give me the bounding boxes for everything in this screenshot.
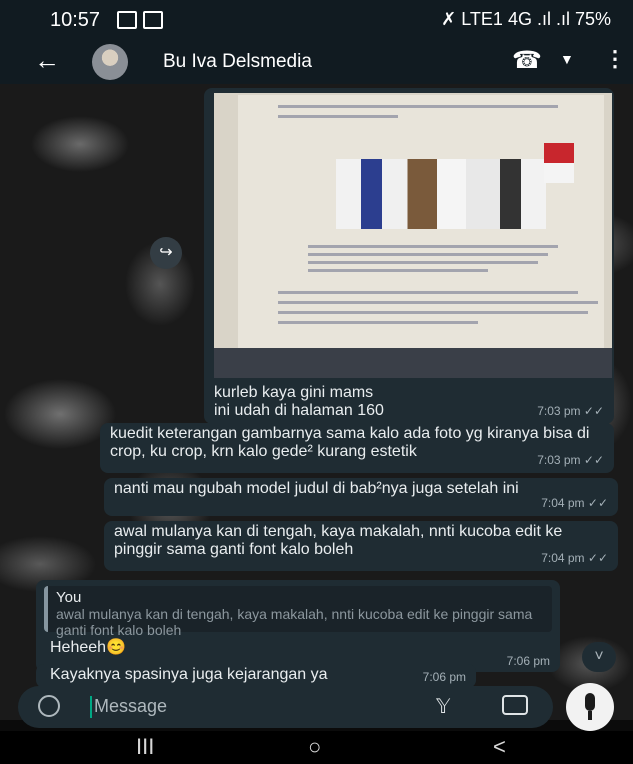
text-cursor [90, 696, 92, 718]
incoming-message-bubble[interactable]: Kayaknya spasinya juga kejarangan ya 7:0… [36, 664, 476, 688]
home-button[interactable]: ○ [308, 734, 321, 760]
message-text: kurleb kaya gini mams ini udah di halama… [214, 384, 384, 419]
quote-author: You [56, 589, 82, 606]
system-nav-bar: III ○ < [0, 731, 633, 764]
message-time: 7:04 pm [541, 496, 585, 510]
message-meta: 7:04 pm ✓✓ [541, 549, 608, 567]
message-text: nanti mau ngubah model judul di bab²nya … [114, 480, 519, 497]
message-composer[interactable]: Message 𝕐 [18, 686, 553, 728]
read-ticks-icon: ✓✓ [587, 551, 608, 565]
message-notification-icon [143, 11, 163, 29]
taskbar [214, 348, 612, 378]
voice-record-button[interactable] [566, 683, 614, 731]
message-meta: 7:03 pm ✓✓ [537, 402, 604, 420]
message-time: 7:04 pm [541, 551, 585, 565]
back-arrow-icon[interactable]: ← [34, 45, 60, 76]
forward-icon[interactable]: ↪ [150, 237, 182, 269]
more-options-icon[interactable]: ⋮ [604, 46, 626, 72]
message-bubble[interactable]: kuedit keterangan gambarnya sama kalo ad… [100, 423, 614, 473]
read-ticks-icon: ✓✓ [583, 453, 604, 467]
read-ticks-icon: ✓✓ [587, 496, 608, 510]
status-indicators: ✗ LTE1 4G .ıl .ıl 75% [441, 9, 611, 29]
message-meta: 7:03 pm ✓✓ [537, 451, 604, 469]
attach-icon[interactable]: 𝕐 [436, 694, 450, 719]
phone-call-icon[interactable]: ☎ [512, 46, 542, 75]
back-button[interactable]: < [493, 734, 506, 760]
message-text: kuedit keterangan gambarnya sama kalo ad… [110, 425, 590, 460]
chat-header: ← Bu Iva Delsmedia ☎ ▼ ⋮ [0, 40, 633, 84]
paper-page [238, 95, 604, 348]
camera-icon[interactable] [502, 695, 528, 715]
microphone-icon [585, 693, 595, 711]
recents-button[interactable]: III [136, 734, 154, 760]
message-text: Kayaknya spasinya juga kejarangan ya [50, 666, 328, 683]
quoted-message[interactable]: You awal mulanya kan di tengah, kaya mak… [44, 586, 552, 638]
gallery-notification-icon [117, 11, 137, 29]
status-time: 10:57 [50, 9, 101, 31]
contact-name[interactable]: Bu Iva Delsmedia [163, 51, 312, 73]
message-time: 7:06 pm [506, 654, 550, 668]
message-time: 7:03 pm [537, 453, 581, 467]
message-input[interactable]: Message [94, 696, 167, 717]
flag-image [544, 143, 574, 183]
message-text: Heheeh😊 [50, 639, 126, 656]
message-bubble[interactable]: awal mulanya kan di tengah, kaya makalah… [104, 521, 618, 571]
scroll-down-icon[interactable]: ˅ [582, 642, 616, 672]
message-time: 7:03 pm [537, 404, 581, 418]
document-photo[interactable] [214, 93, 612, 378]
message-meta: 7:04 pm ✓✓ [541, 494, 608, 512]
message-time: 7:06 pm [422, 670, 466, 684]
contact-avatar[interactable] [92, 44, 128, 80]
photo-figure [336, 159, 546, 229]
message-bubble[interactable]: nanti mau ngubah model judul di bab²nya … [104, 478, 618, 516]
call-dropdown-icon[interactable]: ▼ [560, 51, 574, 67]
status-bar: 10:57 ✗ LTE1 4G .ıl .ıl 75% [0, 0, 633, 40]
emoji-icon[interactable] [38, 695, 60, 717]
quote-text: awal mulanya kan di tengah, kaya makalah… [56, 606, 533, 638]
read-ticks-icon: ✓✓ [583, 404, 604, 418]
message-text: awal mulanya kan di tengah, kaya makalah… [114, 523, 563, 558]
